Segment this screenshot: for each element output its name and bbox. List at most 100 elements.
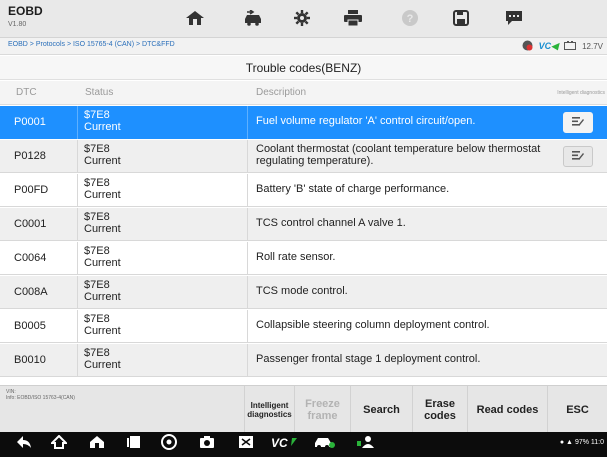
intelligent-diagnostics-footer-button[interactable]: Intelligent diagnostics: [244, 386, 294, 433]
row-dtc: C008A: [14, 286, 48, 298]
settings-icon: [293, 9, 311, 27]
table-row[interactable]: P0001 $7E8 Current Fuel volume regulator …: [0, 106, 607, 139]
chevron-up-home-icon: [49, 434, 69, 454]
row-dtc: P00FD: [14, 184, 49, 196]
table-header: DTC Status Description Intelligent diagn…: [0, 81, 607, 105]
wifi-icon: ▲: [566, 439, 573, 446]
screenshot-icon: [238, 435, 254, 454]
row-status: $7E8 Current: [84, 143, 121, 167]
screen-recorder-button[interactable]: [237, 436, 255, 453]
table-row[interactable]: B0010 $7E8 Current Passenger frontal stag…: [0, 344, 607, 377]
row-dtc: C0064: [14, 252, 47, 264]
footer-bar: VIN: Info: EOBD/ISO 15763-4(CAN) Intelli…: [0, 385, 607, 433]
app-title: EOBD: [8, 4, 43, 18]
help-button[interactable]: ?: [388, 4, 432, 32]
back-arrow-icon: [16, 435, 32, 454]
intelligent-diagnostics-button[interactable]: [563, 112, 593, 133]
browser-icon: [161, 434, 177, 455]
table-row[interactable]: C0001 $7E8 Current TCS control channel A …: [0, 208, 607, 241]
android-status: ● ▲ 97% 11:0: [559, 439, 604, 446]
row-description: TCS mode control.: [256, 285, 348, 297]
row-dtc: B0005: [14, 320, 46, 332]
print-button[interactable]: [331, 4, 375, 32]
breadcrumb-bar: EOBD > Protocols > ISO 15765-4 (CAN) > D…: [0, 38, 607, 55]
header-dtc: DTC: [16, 87, 37, 98]
top-toolbar: EOBD V1.80 ?: [0, 0, 607, 38]
globe-icon: [522, 40, 533, 53]
table-row[interactable]: C0064 $7E8 Current Roll rate sensor.: [0, 242, 607, 275]
svg-text:VC: VC: [271, 436, 288, 449]
row-dtc: B0010: [14, 354, 46, 366]
location-icon: ●: [559, 439, 565, 446]
row-status: $7E8 Current: [84, 177, 121, 201]
row-status: $7E8 Current: [84, 211, 121, 235]
table-row[interactable]: P00FD $7E8 Current Battery 'B' state of c…: [0, 174, 607, 207]
table-row[interactable]: C008A $7E8 Current TCS mode control.: [0, 276, 607, 309]
info-label: Info: EOBD/ISO 15763-4(CAN): [6, 395, 75, 401]
row-description: Coolant thermostat (coolant temperature …: [256, 143, 541, 167]
row-status: $7E8 Current: [84, 313, 121, 337]
row-description: TCS control channel A valve 1.: [256, 217, 406, 229]
battery-icon: [564, 41, 577, 52]
remote-expert-icon: [356, 435, 376, 454]
table-row[interactable]: B0005 $7E8 Current Collapsible steering c…: [0, 310, 607, 343]
breadcrumb[interactable]: EOBD > Protocols > ISO 15765-4 (CAN) > D…: [8, 41, 175, 48]
row-dtc: P0128: [14, 150, 46, 162]
dtc-table: P0001 $7E8 Current Fuel volume regulator …: [0, 106, 607, 385]
header-description: Description: [256, 87, 307, 98]
edit-report-icon: [571, 114, 585, 132]
message-icon: [505, 9, 523, 27]
back-nav-button[interactable]: [15, 436, 33, 453]
row-description: Fuel volume regulator 'A' control circui…: [256, 115, 476, 127]
save-button[interactable]: [439, 4, 483, 32]
table-title: Trouble codes(BENZ): [0, 56, 607, 80]
esc-button[interactable]: ESC: [547, 386, 607, 433]
camera-icon: [199, 435, 215, 454]
home-nav-button[interactable]: [88, 436, 106, 453]
help-icon: ?: [401, 9, 419, 27]
vci-nav-button[interactable]: VC: [271, 436, 297, 453]
header-status: Status: [85, 87, 114, 98]
row-status: $7E8 Current: [84, 347, 121, 371]
row-status: $7E8 Current: [84, 109, 121, 133]
row-status: $7E8 Current: [84, 279, 121, 303]
message-button[interactable]: [492, 4, 536, 32]
erase-codes-button[interactable]: Erase codes: [412, 386, 467, 433]
vehicle-swap-icon: [242, 10, 264, 26]
search-button[interactable]: Search: [350, 386, 412, 433]
row-description: Battery 'B' state of charge performance.: [256, 183, 450, 195]
car-icon: [313, 435, 335, 454]
recent-apps-icon: [127, 435, 141, 454]
row-dtc: C0001: [14, 218, 47, 230]
vehicle-swap-button[interactable]: [231, 4, 275, 32]
settings-button[interactable]: [280, 4, 324, 32]
camera-button[interactable]: [198, 436, 216, 453]
home-icon: [185, 10, 205, 26]
connection-status: VC◀ 12.7V: [522, 40, 603, 53]
vci-label: VC◀: [538, 41, 559, 51]
print-icon: [343, 9, 363, 27]
android-nav-bar: VC ● ▲ 97% 11:0: [0, 432, 607, 457]
up-nav-button[interactable]: [49, 434, 69, 454]
svg-text:?: ?: [407, 13, 414, 25]
app-version: V1.80: [8, 21, 27, 28]
header-intelligent: Intelligent diagnostics: [557, 90, 605, 96]
intelligent-diagnostics-button[interactable]: [563, 146, 593, 167]
row-status: $7E8 Current: [84, 245, 121, 269]
row-description: Collapsible steering column deployment c…: [256, 319, 490, 331]
remote-expert-button[interactable]: [355, 436, 377, 453]
home-button[interactable]: [173, 4, 217, 32]
home-icon: [89, 435, 105, 454]
chrome-button[interactable]: [160, 434, 178, 455]
freeze-frame-button[interactable]: Freeze frame: [294, 386, 350, 433]
row-description: Passenger frontal stage 1 deployment con…: [256, 353, 481, 365]
row-dtc: P0001: [14, 116, 46, 128]
row-description: Roll rate sensor.: [256, 251, 336, 263]
vci-icon: VC: [271, 435, 297, 454]
recent-apps-button[interactable]: [125, 436, 143, 453]
read-codes-button[interactable]: Read codes: [467, 386, 547, 433]
edit-report-icon: [571, 148, 585, 166]
vehicle-nav-button[interactable]: [312, 436, 336, 453]
table-row[interactable]: P0128 $7E8 Current Coolant thermostat (co…: [0, 140, 607, 173]
save-icon: [453, 10, 469, 26]
